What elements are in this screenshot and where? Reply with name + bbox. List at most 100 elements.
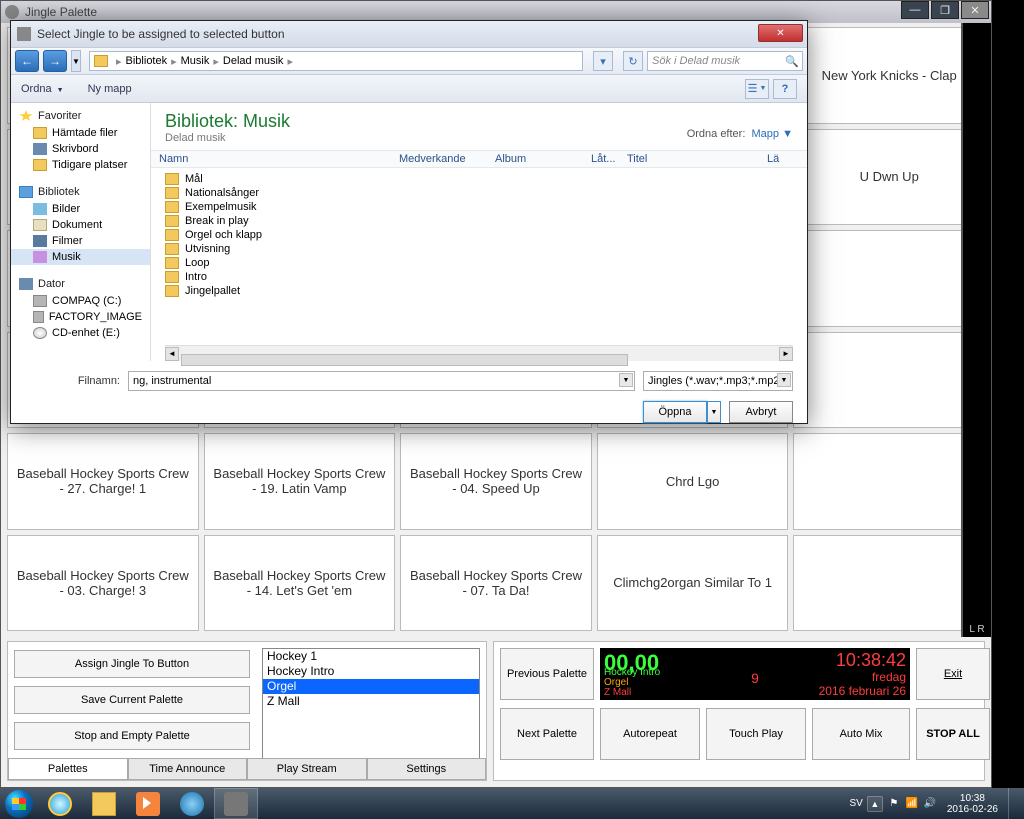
cancel-button[interactable]: Avbryt (729, 401, 793, 423)
file-row[interactable]: Mål (151, 172, 807, 186)
palette-list[interactable]: Hockey 1Hockey IntroOrgelZ Mall (262, 648, 480, 774)
column-headers[interactable]: Namn Medverkande Album Låt... Titel Lä (151, 150, 807, 168)
file-row[interactable]: Exempelmusik (151, 200, 807, 214)
jingle-button[interactable] (793, 433, 985, 530)
app-icon (224, 792, 248, 816)
jingle-button[interactable]: Baseball Hockey Sports Crew - 04. Speed … (400, 433, 592, 530)
file-row[interactable]: Intro (151, 270, 807, 284)
taskbar-hp[interactable] (170, 788, 214, 819)
open-dropdown[interactable]: ▼ (707, 401, 721, 423)
sidebar-item[interactable]: Musik (11, 249, 150, 265)
file-list[interactable]: MålNationalsångerExempelmusikBreak in pl… (151, 168, 807, 345)
sort-dropdown[interactable]: Mapp ▼ (752, 128, 793, 140)
file-row[interactable]: Break in play (151, 214, 807, 228)
jingle-button[interactable]: U Dwn Up (793, 129, 985, 226)
show-desktop[interactable] (1008, 788, 1018, 819)
dialog-title-bar: Select Jingle to be assigned to selected… (11, 21, 807, 47)
sidebar-item[interactable]: CD-enhet (E:) (11, 325, 150, 341)
exit-button[interactable]: Exit (916, 648, 990, 700)
filter-select[interactable] (643, 371, 793, 391)
minimize-button[interactable]: — (901, 1, 929, 19)
view-options-button[interactable]: ☰▼ (745, 79, 769, 99)
list-item[interactable]: Hockey Intro (263, 664, 479, 679)
dialog-close-button[interactable]: ✕ (758, 24, 803, 42)
tray-lang[interactable]: SV (850, 798, 863, 809)
folder-icon (94, 55, 108, 67)
new-folder-button[interactable]: Ny mapp (88, 83, 132, 95)
file-row[interactable]: Loop (151, 256, 807, 270)
nav-back-button[interactable]: ← (15, 50, 39, 72)
jingle-button[interactable]: Baseball Hockey Sports Crew - 03. Charge… (7, 535, 199, 632)
list-item[interactable]: Hockey 1 (263, 649, 479, 664)
sidebar-item[interactable]: Tidigare platser (11, 157, 150, 173)
file-open-dialog: Select Jingle to be assigned to selected… (10, 20, 808, 424)
nav-history-dropdown[interactable]: ▼ (71, 50, 81, 72)
tab[interactable]: Settings (367, 758, 487, 780)
help-button[interactable]: ? (773, 79, 797, 99)
previous-palette-button[interactable]: Previous Palette (500, 648, 594, 700)
autorepeat-button[interactable]: Autorepeat (600, 708, 700, 760)
nav-forward-button[interactable]: → (43, 50, 67, 72)
list-item[interactable]: Z Mall (263, 694, 479, 709)
taskbar-wmp[interactable] (126, 788, 170, 819)
sidebar-item[interactable]: COMPAQ (C:) (11, 293, 150, 309)
tab[interactable]: Palettes (8, 758, 128, 780)
list-item[interactable]: Orgel (263, 679, 479, 694)
assign-jingle-button[interactable]: Assign Jingle To Button (14, 650, 250, 678)
close-button[interactable]: ✕ (961, 1, 989, 19)
jingle-button[interactable]: Climchg2organ Similar To 1 (597, 535, 789, 632)
tray-flag-icon[interactable]: ⚑ (887, 797, 901, 811)
jingle-button[interactable]: Baseball Hockey Sports Crew - 14. Let's … (204, 535, 396, 632)
filter-dropdown[interactable]: ▼ (777, 373, 791, 387)
filename-label: Filnamn: (25, 375, 120, 387)
tray-volume-icon[interactable]: 🔊 (923, 797, 937, 811)
save-palette-button[interactable]: Save Current Palette (14, 686, 250, 714)
breadcrumb-dropdown[interactable]: ▾ (593, 51, 613, 71)
filename-dropdown[interactable]: ▼ (619, 373, 633, 387)
filename-input[interactable] (128, 371, 635, 391)
search-icon: 🔍 (785, 55, 799, 68)
dialog-title: Select Jingle to be assigned to selected… (37, 27, 285, 41)
organize-menu[interactable]: Ordna ▼ (21, 83, 64, 95)
jingle-button[interactable] (793, 332, 985, 429)
maximize-button[interactable]: ❐ (931, 1, 959, 19)
jingle-button[interactable] (793, 230, 985, 327)
jingle-button[interactable] (793, 535, 985, 632)
jingle-button[interactable]: Baseball Hockey Sports Crew - 27. Charge… (7, 433, 199, 530)
sidebar-item[interactable]: Hämtade filer (11, 125, 150, 141)
auto-mix-button[interactable]: Auto Mix (812, 708, 910, 760)
touch-play-button[interactable]: Touch Play (706, 708, 806, 760)
horizontal-scrollbar[interactable]: ◄ ► (165, 345, 793, 361)
jingle-button[interactable]: Baseball Hockey Sports Crew - 19. Latin … (204, 433, 396, 530)
search-input[interactable]: Sök i Delad musik 🔍 (647, 51, 803, 71)
tray-expand[interactable]: ▲ (867, 796, 883, 812)
sidebar-item[interactable]: Dokument (11, 217, 150, 233)
stop-all-button[interactable]: STOP ALL (916, 708, 990, 760)
app-icon (5, 5, 19, 19)
jingle-button[interactable]: Chrd Lgo (597, 433, 789, 530)
sidebar-item[interactable]: Bilder (11, 201, 150, 217)
tray-clock[interactable]: 10:38 2016-02-26 (947, 793, 998, 815)
tab[interactable]: Play Stream (247, 758, 367, 780)
taskbar-app[interactable] (214, 788, 258, 819)
app-title: Jingle Palette (25, 5, 97, 19)
sidebar-item[interactable]: FACTORY_IMAGE (11, 309, 150, 325)
jingle-button[interactable]: Baseball Hockey Sports Crew - 07. Ta Da! (400, 535, 592, 632)
taskbar-ie[interactable] (38, 788, 82, 819)
refresh-button[interactable]: ↻ (623, 51, 643, 71)
file-row[interactable]: Utvisning (151, 242, 807, 256)
sidebar-item[interactable]: Filmer (11, 233, 150, 249)
tab[interactable]: Time Announce (128, 758, 248, 780)
file-row[interactable]: Jingelpallet (151, 284, 807, 298)
breadcrumb[interactable]: ▸ Bibliotek▸ Musik▸ Delad musik▸ (89, 51, 583, 71)
file-row[interactable]: Nationalsånger (151, 186, 807, 200)
sidebar-item[interactable]: Skrivbord (11, 141, 150, 157)
empty-palette-button[interactable]: Stop and Empty Palette (14, 722, 250, 750)
taskbar-explorer[interactable] (82, 788, 126, 819)
next-palette-button[interactable]: Next Palette (500, 708, 594, 760)
start-button[interactable] (0, 788, 38, 819)
open-button[interactable]: Öppna (643, 401, 707, 423)
jingle-button[interactable]: New York Knicks - Clap (793, 27, 985, 124)
tray-network-icon[interactable]: 📶 (905, 797, 919, 811)
file-row[interactable]: Orgel och klapp (151, 228, 807, 242)
